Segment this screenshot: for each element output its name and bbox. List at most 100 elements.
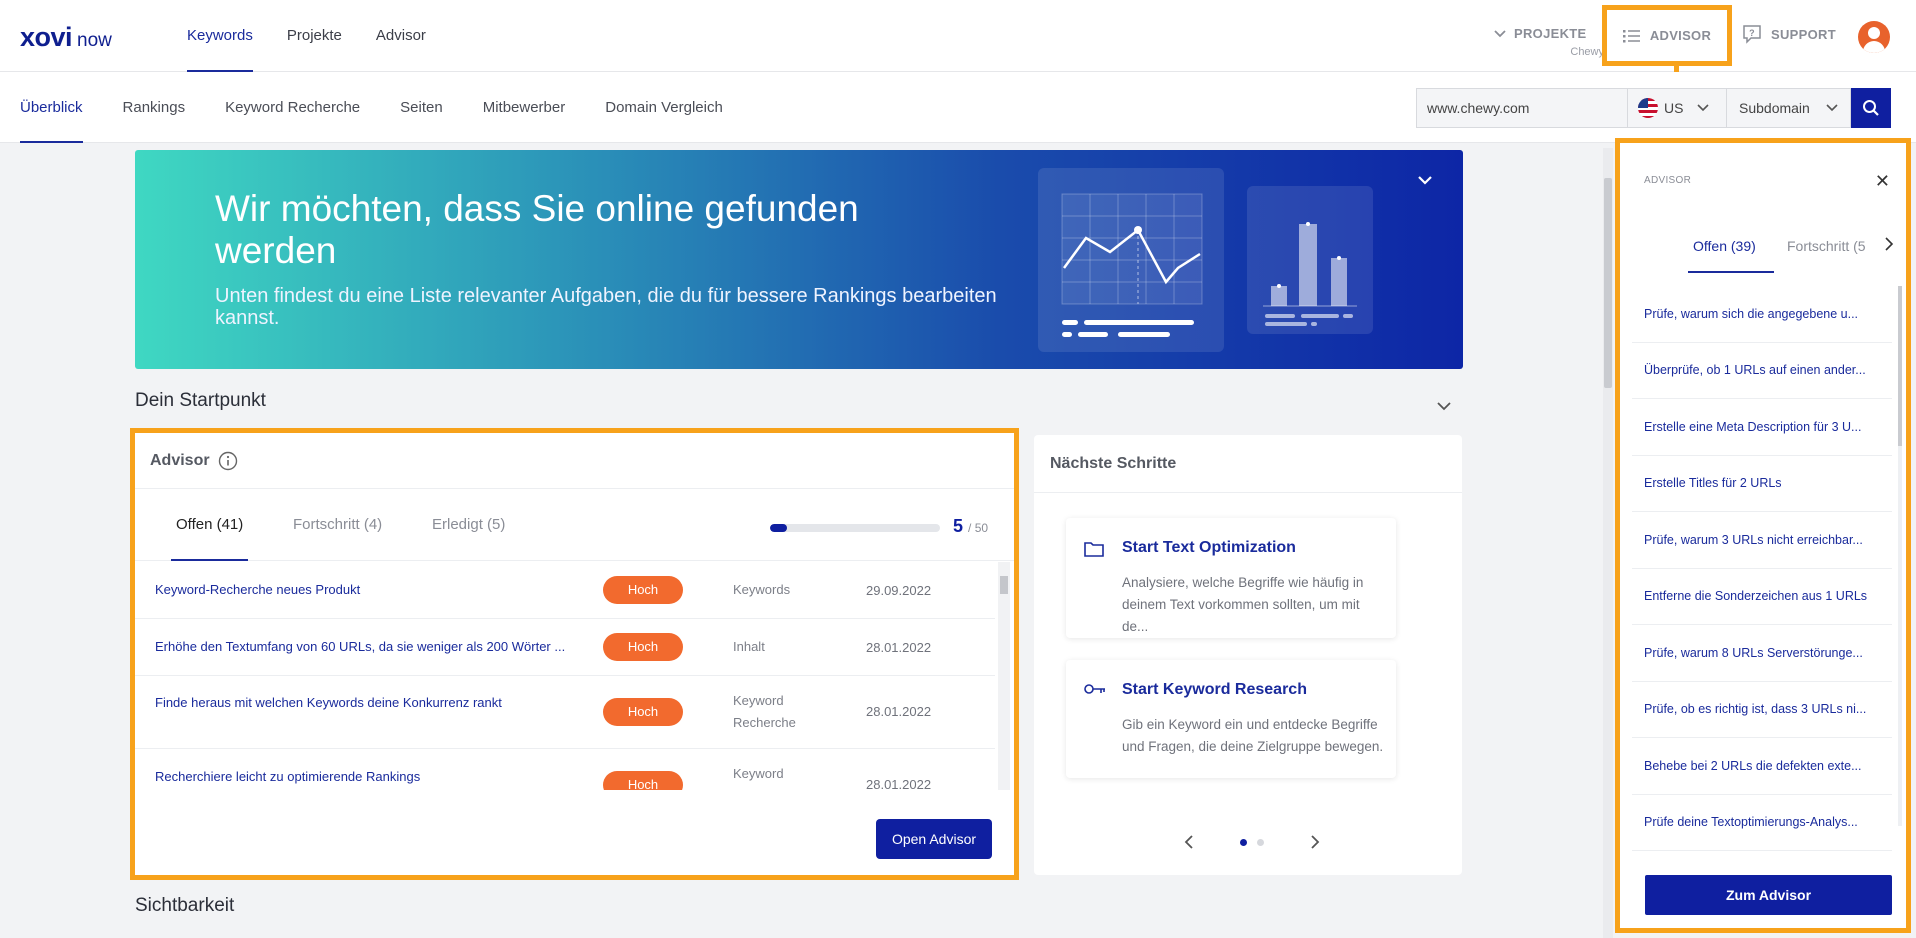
tab-rankings[interactable]: Rankings [103, 72, 206, 143]
list-item[interactable]: Erstelle eine Meta Description für 3 U..… [1632, 399, 1892, 456]
close-icon[interactable]: ✕ [1875, 171, 1890, 192]
drawer-tab-fortschritt[interactable]: Fortschritt (5 [1787, 238, 1866, 254]
domain-input[interactable] [1416, 88, 1628, 128]
task-title[interactable]: Keyword-Recherche neues Produkt [155, 582, 570, 597]
country-label: US [1664, 100, 1684, 116]
drawer-scrollbar[interactable] [1898, 286, 1902, 826]
bar-chart-illustration [1247, 186, 1373, 334]
list-item[interactable]: Prüfe, warum 8 URLs Serverstörunge... [1632, 625, 1892, 682]
tab-keyword-recherche[interactable]: Keyword Recherche [205, 72, 380, 143]
projekte-dropdown[interactable]: PROJEKTE Chewy [1494, 26, 1604, 58]
list-item[interactable]: Behebe bei 2 URLs die defekten exte... [1632, 738, 1892, 795]
drawer-task-title: Prüfe, warum 8 URLs Serverstörunge... [1644, 645, 1863, 660]
next-step-card-text-optimization[interactable]: Start Text Optimization Analysiere, welc… [1066, 518, 1396, 638]
tab-offen[interactable]: Offen (41) [176, 516, 243, 533]
chevron-down-icon [1494, 29, 1506, 37]
task-title[interactable]: Erhöhe den Textumfang von 60 URLs, da si… [155, 639, 570, 654]
task-date: 28.01.2022 [866, 777, 932, 790]
logo-sub: now [77, 30, 112, 51]
banner-subtitle: Unten findest du eine Liste relevanter A… [215, 285, 997, 329]
support-button[interactable]: ? SUPPORT [1742, 24, 1836, 44]
support-label: SUPPORT [1771, 26, 1836, 42]
drawer-label: ADVISOR [1644, 175, 1692, 186]
list-item[interactable]: Prüfe deine Textoptimierungs-Analys... [1632, 795, 1892, 851]
welcome-banner: Wir möchten, dass Sie online gefunden we… [135, 150, 1463, 369]
help-bubble-icon: ? [1743, 25, 1761, 44]
table-row[interactable]: Keyword-Recherche neues Produkt Hoch Key… [135, 562, 995, 619]
line-chart-illustration [1038, 168, 1224, 352]
chevron-right-icon[interactable] [1884, 236, 1894, 252]
list-item[interactable]: Überprüfe, ob 1 URLs auf einen ander... [1632, 343, 1892, 399]
nav-advisor[interactable]: Advisor [359, 0, 443, 72]
table-row[interactable]: Erhöhe den Textumfang von 60 URLs, da si… [135, 619, 995, 676]
task-title[interactable]: Finde heraus mit welchen Keywords deine … [155, 695, 570, 710]
tab-mitbewerber[interactable]: Mitbewerber [463, 72, 586, 143]
next-step-description: Analysiere, welche Begriffe wie häufig i… [1122, 575, 1364, 634]
xovi-logo[interactable]: xovi now [20, 22, 112, 53]
chevron-right-icon[interactable] [1310, 835, 1320, 849]
list-icon [1622, 29, 1640, 42]
sub-nav: Überblick Rankings Keyword Recherche Sei… [0, 72, 743, 143]
nav-projekte[interactable]: Projekte [270, 0, 359, 72]
sub-header: Überblick Rankings Keyword Recherche Sei… [0, 72, 1916, 143]
tab-ueberblick[interactable]: Überblick [0, 72, 103, 143]
next-step-title: Start Text Optimization [1122, 539, 1296, 556]
open-advisor-button[interactable]: Open Advisor [876, 819, 992, 859]
advisor-widget-title: Advisor [150, 451, 210, 469]
priority-badge: Hoch [603, 698, 683, 726]
task-category: Keyword [733, 766, 784, 781]
page-scrollbar[interactable] [1603, 148, 1613, 938]
progress-done: 5 [953, 516, 964, 536]
scope-select[interactable]: Subdomain [1727, 88, 1851, 128]
task-date: 29.09.2022 [866, 583, 932, 598]
list-item[interactable]: Erstelle Titles für 2 URLs [1632, 456, 1892, 512]
info-icon[interactable] [218, 451, 238, 471]
task-date: 28.01.2022 [866, 640, 932, 655]
section-collapse-icon[interactable] [1437, 398, 1451, 416]
advisor-header-button[interactable]: ADVISOR [1602, 5, 1732, 66]
carousel-dot[interactable] [1257, 838, 1264, 846]
country-select[interactable]: US [1628, 88, 1727, 128]
tab-seiten[interactable]: Seiten [380, 72, 463, 143]
advisor-progress-count: 5 / 50 [953, 516, 988, 537]
advisor-widget-header: Advisor [135, 433, 1014, 489]
search-button[interactable] [1851, 88, 1891, 128]
zum-advisor-button[interactable]: Zum Advisor [1645, 875, 1892, 915]
chevron-left-icon[interactable] [1184, 835, 1194, 849]
tab-fortschritt[interactable]: Fortschritt (4) [293, 516, 382, 533]
advisor-progress-bar [770, 524, 940, 532]
key-icon [1084, 684, 1105, 694]
carousel-controls [1184, 835, 1320, 849]
top-header: xovi now Keywords Projekte Advisor PROJE… [0, 0, 1916, 72]
next-step-card-keyword-research[interactable]: Start Keyword Research Gib ein Keyword e… [1066, 660, 1396, 778]
list-item[interactable]: Entferne die Sonderzeichen aus 1 URLs [1632, 569, 1892, 625]
task-category: Keywords [733, 582, 791, 597]
list-item[interactable]: Prüfe, warum 3 URLs nicht erreichbar... [1632, 512, 1892, 569]
nav-keywords[interactable]: Keywords [170, 0, 270, 72]
drawer-tab-offen[interactable]: Offen (39) [1693, 238, 1756, 254]
section-title-visibility: Sichtbarkeit [135, 895, 235, 916]
drawer-task-title: Prüfe, warum 3 URLs nicht erreichbar... [1644, 532, 1863, 547]
next-steps-title: Nächste Schritte [1034, 435, 1462, 493]
task-list-scrollbar[interactable] [998, 562, 1010, 790]
task-date: 28.01.2022 [866, 704, 932, 719]
search-icon [1863, 100, 1879, 116]
tab-domain-vergleich[interactable]: Domain Vergleich [585, 72, 743, 143]
table-row[interactable]: Recherchiere leicht zu optimierende Rank… [135, 749, 995, 790]
task-title[interactable]: Recherchiere leicht zu optimierende Rank… [155, 769, 570, 784]
list-item[interactable]: Prüfe, ob es richtig ist, dass 3 URLs ni… [1632, 682, 1892, 738]
carousel-dot[interactable] [1240, 838, 1247, 846]
drawer-task-title: Erstelle Titles für 2 URLs [1644, 476, 1782, 491]
drawer-active-tab-indicator [1688, 271, 1774, 273]
active-tab-indicator [171, 559, 248, 561]
tab-erledigt[interactable]: Erledigt (5) [432, 516, 505, 533]
priority-badge: Hoch [603, 771, 683, 790]
table-row[interactable]: Finde heraus mit welchen Keywords deine … [135, 676, 995, 749]
advisor-tabs: Offen (41) Fortschritt (4) Erledigt (5) … [135, 489, 1014, 561]
banner-collapse-icon[interactable] [1417, 172, 1433, 190]
task-list: Keyword-Recherche neues Produkt Hoch Key… [135, 562, 995, 790]
drawer-task-list: Prüfe, warum sich die angegebene u... Üb… [1632, 286, 1892, 851]
next-steps-widget: Nächste Schritte Start Text Optimization… [1034, 435, 1462, 875]
list-item[interactable]: Prüfe, warum sich die angegebene u... [1632, 286, 1892, 343]
user-avatar[interactable] [1858, 21, 1890, 53]
